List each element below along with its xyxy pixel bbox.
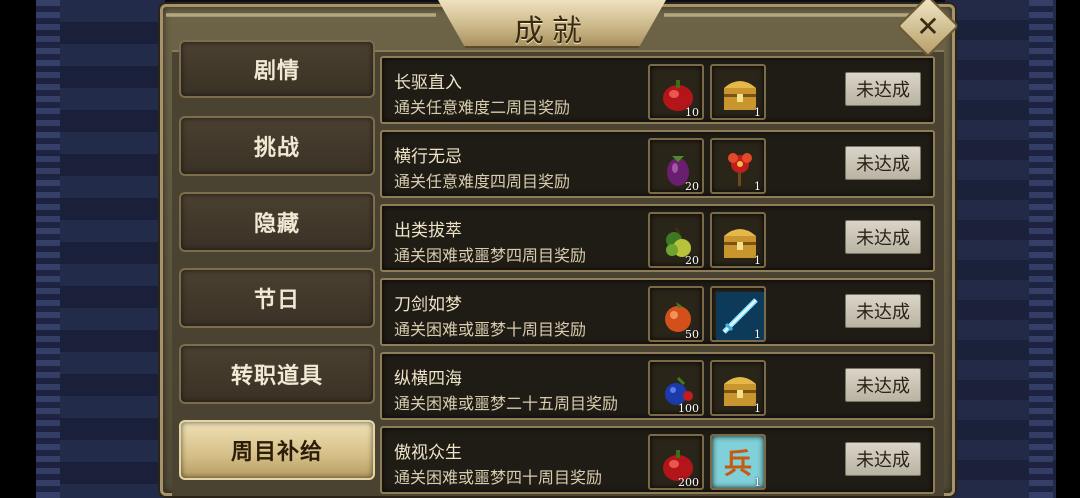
reward-slot[interactable]: 兵 1	[710, 434, 766, 490]
achievement-description: 通关任意难度二周目奖励	[394, 98, 571, 117]
status-button[interactable]: 未达成	[845, 220, 921, 254]
reward-count: 1	[754, 476, 761, 489]
reward-count: 50	[685, 328, 699, 341]
achievement-row: 长驱直入 通关任意难度二周目奖励 10 1 未达成	[380, 56, 935, 124]
tab-cycle-supply[interactable]: 周目补给	[179, 420, 375, 480]
reward-count: 100	[678, 402, 699, 415]
reward-slot[interactable]: 1	[710, 286, 766, 342]
reward-count: 1	[754, 402, 761, 415]
close-icon[interactable]: ✕	[906, 4, 950, 48]
reward-slot[interactable]: 1	[710, 138, 766, 194]
reward-slot[interactable]: 1	[710, 360, 766, 416]
reward-slot[interactable]: 200	[648, 434, 704, 490]
achievement-description: 通关困难或噩梦四周目奖励	[394, 246, 587, 265]
achievement-name: 出类拔萃	[394, 221, 462, 241]
status-button[interactable]: 未达成	[845, 442, 921, 476]
reward-slot[interactable]: 1	[710, 64, 766, 120]
reward-count: 1	[754, 328, 761, 341]
reward-slot[interactable]: 1	[710, 212, 766, 268]
reward-count: 20	[685, 254, 699, 267]
achievement-row: 横行无忌 通关任意难度四周目奖励 20 1 未达成	[380, 130, 935, 198]
tab-festival[interactable]: 节日	[179, 268, 375, 328]
reward-count: 1	[754, 180, 761, 193]
reward-slot[interactable]: 10	[648, 64, 704, 120]
status-button[interactable]: 未达成	[845, 72, 921, 106]
achievement-name: 刀剑如梦	[394, 295, 462, 315]
status-button[interactable]: 未达成	[845, 368, 921, 402]
reward-count: 200	[678, 476, 699, 489]
reward-slot[interactable]: 50	[648, 286, 704, 342]
tab-story[interactable]: 剧情	[179, 40, 375, 98]
background-right	[945, 0, 1080, 498]
tab-challenge[interactable]: 挑战	[179, 116, 375, 176]
status-button[interactable]: 未达成	[845, 146, 921, 180]
achievement-name: 傲视众生	[394, 443, 462, 463]
reward-slot[interactable]: 100	[648, 360, 704, 416]
achievement-row: 纵横四海 通关困难或噩梦二十五周目奖励 100 1 未达成	[380, 352, 935, 420]
tab-hidden[interactable]: 隐藏	[179, 192, 375, 252]
reward-count: 1	[754, 106, 761, 119]
achievement-description: 通关任意难度四周目奖励	[394, 172, 571, 191]
reward-slot[interactable]: 20	[648, 212, 704, 268]
reward-count: 1	[754, 254, 761, 267]
achievement-row: 傲视众生 通关困难或噩梦四十周目奖励 200 兵 1 未达成	[380, 426, 935, 494]
achievement-name: 长驱直入	[394, 73, 462, 93]
status-button[interactable]: 未达成	[845, 294, 921, 328]
achievement-description: 通关困难或噩梦十周目奖励	[394, 320, 587, 339]
reward-slot[interactable]: 20	[648, 138, 704, 194]
reward-count: 10	[685, 106, 699, 119]
achievement-row: 出类拔萃 通关困难或噩梦四周目奖励 20 1 未达成	[380, 204, 935, 272]
achievement-row: 刀剑如梦 通关困难或噩梦十周目奖励 50 1 未达成	[380, 278, 935, 346]
page-title: 成就	[514, 14, 590, 49]
reward-count: 20	[685, 180, 699, 193]
achievement-description: 通关困难或噩梦二十五周目奖励	[394, 394, 619, 413]
achievement-name: 横行无忌	[394, 147, 462, 167]
achievement-description: 通关困难或噩梦四十周目奖励	[394, 468, 603, 487]
background-left	[0, 0, 165, 498]
tab-job-change-items[interactable]: 转职道具	[179, 344, 375, 404]
achievement-name: 纵横四海	[394, 369, 462, 389]
